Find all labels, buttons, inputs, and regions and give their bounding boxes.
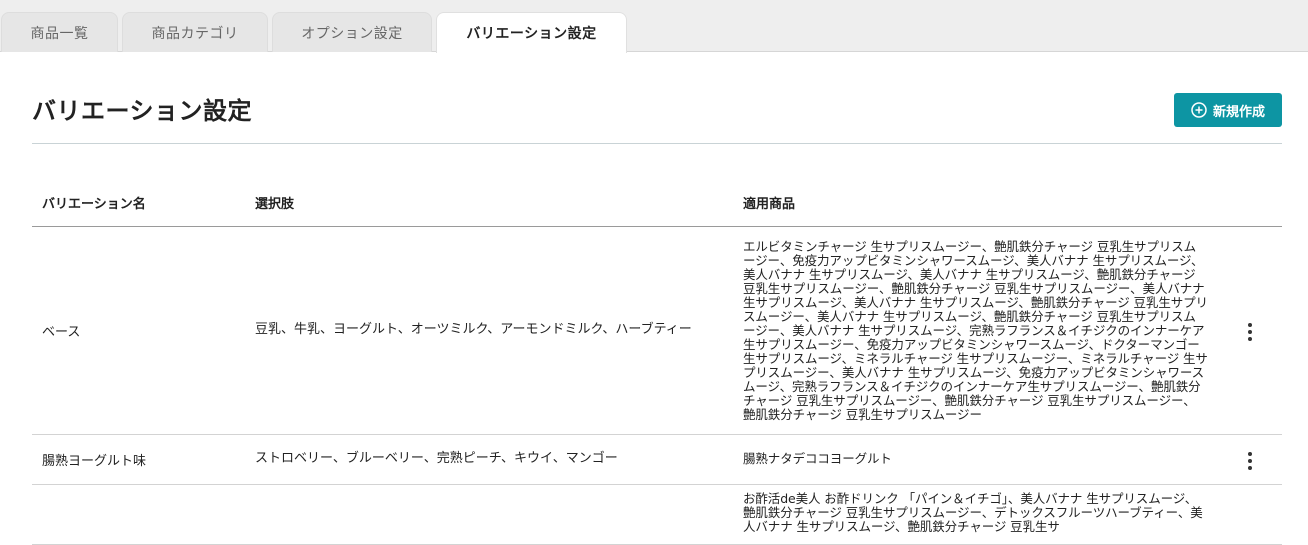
header-variation-name: バリエーション名 <box>32 180 245 227</box>
kebab-menu-icon[interactable] <box>1242 319 1258 345</box>
cell-products: お酢活de美人 お酢ドリンク 「パイン＆イチゴ」、美人バナナ 生サプリスムージ、… <box>733 484 1218 545</box>
title-divider <box>32 143 1282 144</box>
kebab-menu-icon[interactable] <box>1242 448 1258 474</box>
tab-variation-settings[interactable]: バリエーション設定 <box>436 12 627 53</box>
header-actions <box>1218 180 1282 227</box>
variation-table: バリエーション名 選択肢 適用商品 ベース 豆乳、牛乳、ヨーグルト、オーツミルク… <box>32 180 1282 545</box>
cell-options: ストロベリー、ブルーベリー、完熟ピーチ、キウイ、マンゴー <box>245 434 733 485</box>
tab-product-list[interactable]: 商品一覧 <box>1 12 118 52</box>
cell-actions <box>1218 434 1282 485</box>
cell-actions <box>1218 484 1282 545</box>
cell-products: エルビタミンチャージ 生サプリスムージー、艶肌鉄分チャージ 豆乳生サプリスムージ… <box>733 226 1218 435</box>
cell-variation-name: ベース <box>32 226 245 435</box>
header-options: 選択肢 <box>245 180 733 227</box>
tab-label: 商品一覧 <box>30 25 89 42</box>
plus-circle-icon <box>1191 102 1207 118</box>
table-row: ベース 豆乳、牛乳、ヨーグルト、オーツミルク、アーモンドミルク、ハーブティー エ… <box>32 226 1282 435</box>
tab-label: オプション設定 <box>301 25 403 42</box>
table-row: 腸熟ヨーグルト味 ストロベリー、ブルーベリー、完熟ピーチ、キウイ、マンゴー 腸熟… <box>32 434 1282 485</box>
tab-label: 商品カテゴリ <box>151 25 239 42</box>
tab-option-settings[interactable]: オプション設定 <box>272 12 432 52</box>
tab-label: バリエーション設定 <box>466 26 597 42</box>
cell-products: 腸熟ナタデココヨーグルト <box>733 434 1218 485</box>
cell-options <box>245 484 733 545</box>
cell-variation-name <box>32 484 245 545</box>
cell-actions <box>1218 226 1282 435</box>
table-header-row: バリエーション名 選択肢 適用商品 <box>32 180 1282 227</box>
table-row: お酢活de美人 お酢ドリンク 「パイン＆イチゴ」、美人バナナ 生サプリスムージ、… <box>32 484 1282 545</box>
page-title: バリエーション設定 <box>32 97 253 125</box>
cell-variation-name: 腸熟ヨーグルト味 <box>32 434 245 485</box>
tab-bar: 商品一覧 商品カテゴリ オプション設定 バリエーション設定 <box>0 0 1308 53</box>
new-create-button[interactable]: 新規作成 <box>1174 93 1282 127</box>
cell-options: 豆乳、牛乳、ヨーグルト、オーツミルク、アーモンドミルク、ハーブティー <box>245 226 733 435</box>
tab-product-category[interactable]: 商品カテゴリ <box>122 12 268 52</box>
header-products: 適用商品 <box>733 180 1218 227</box>
new-create-label: 新規作成 <box>1212 104 1265 120</box>
